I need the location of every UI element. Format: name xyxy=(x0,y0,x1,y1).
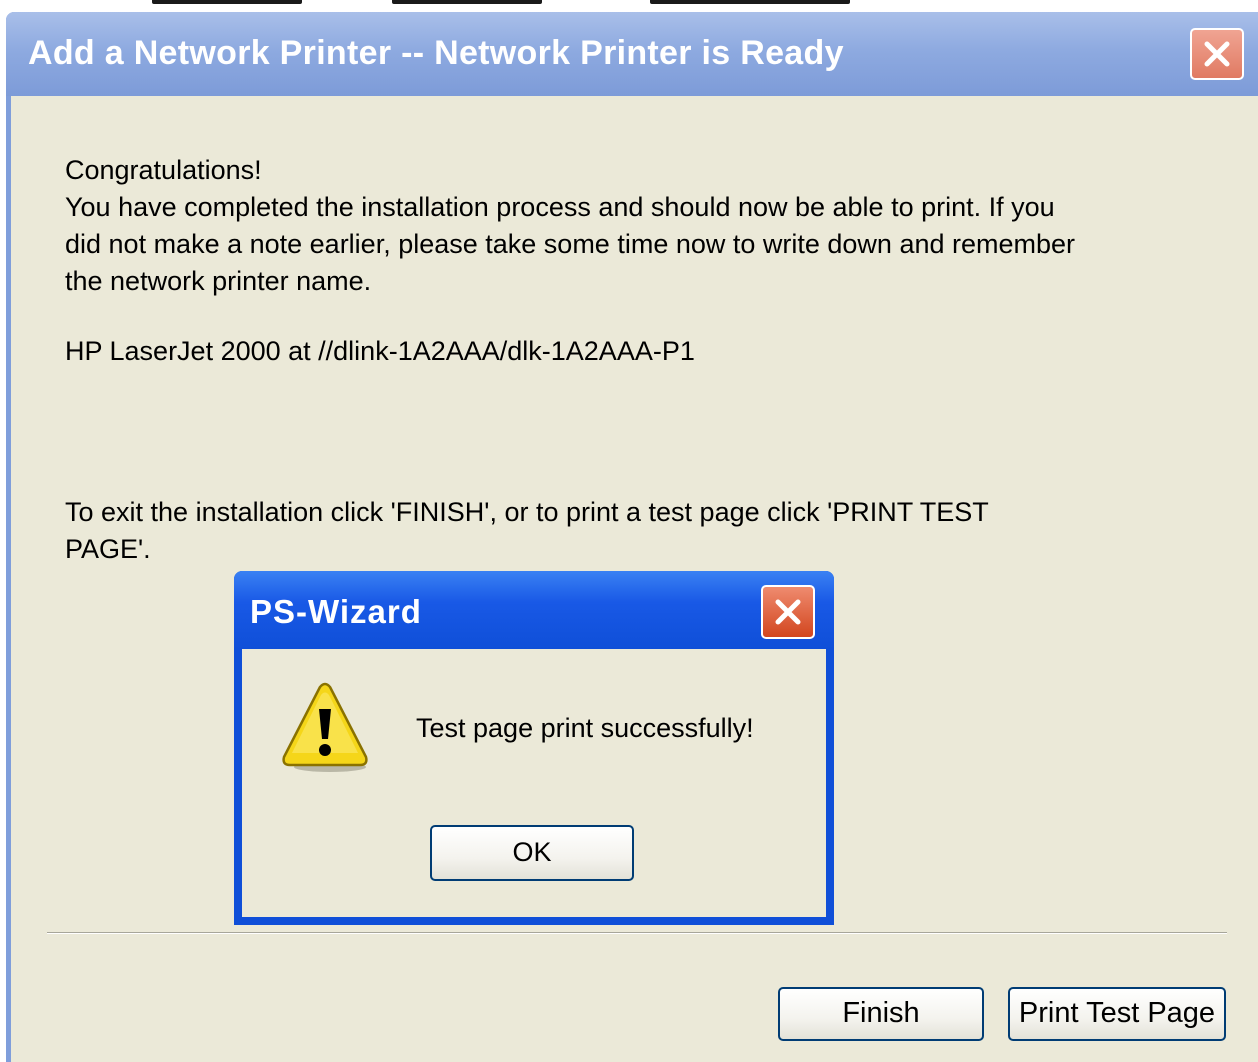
instruction-line: To exit the installation click 'FINISH',… xyxy=(65,497,989,527)
message-box-body: Test page print successfully! OK xyxy=(242,649,826,917)
print-test-page-button[interactable]: Print Test Page xyxy=(1008,987,1226,1041)
separator xyxy=(47,932,1227,934)
congratulations-heading: Congratulations! xyxy=(65,155,262,185)
printer-name: HP LaserJet 2000 at //dlink-1A2AAA/dlk-1… xyxy=(65,336,695,366)
message-box-title: PS-Wizard xyxy=(250,593,422,630)
message-text: Test page print successfully! xyxy=(416,713,754,743)
ok-button[interactable]: OK xyxy=(430,825,634,881)
window-title: Add a Network Printer -- Network Printer… xyxy=(28,34,844,72)
description-line: You have completed the installation proc… xyxy=(65,192,1055,222)
close-icon xyxy=(775,599,801,625)
description-line: the network printer name. xyxy=(65,266,372,296)
message-box-title-bar: PS-Wizard xyxy=(234,571,834,649)
ps-wizard-message-box: PS-Wizard Test page print successfully! … xyxy=(234,571,834,925)
message-box-close-button[interactable] xyxy=(761,585,815,639)
finish-button[interactable]: Finish xyxy=(778,987,984,1041)
close-button[interactable] xyxy=(1190,28,1244,80)
close-icon xyxy=(1204,41,1230,67)
title-bar: Add a Network Printer -- Network Printer… xyxy=(6,12,1258,96)
description-line: did not make a note earlier, please take… xyxy=(65,229,1076,259)
instruction-line: PAGE'. xyxy=(65,534,151,564)
warning-icon xyxy=(282,682,368,772)
